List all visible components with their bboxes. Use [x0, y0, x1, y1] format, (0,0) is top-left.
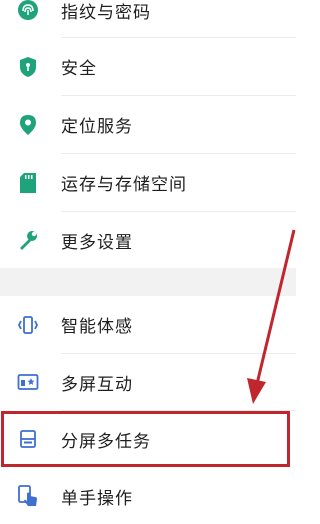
settings-item-smart-motion[interactable]: 智能体感 — [0, 296, 296, 353]
settings-item-more-settings[interactable]: 更多设置 — [0, 212, 296, 268]
settings-item-label: 定位服务 — [61, 117, 133, 137]
settings-item-label: 安全 — [61, 59, 97, 79]
settings-item-security[interactable]: 安全 — [0, 38, 296, 95]
one-hand-icon — [16, 484, 40, 508]
multi-screen-icon — [16, 370, 40, 394]
settings-item-label: 运存与存储空间 — [61, 175, 187, 195]
shield-icon — [16, 55, 40, 79]
sd-card-icon — [16, 171, 40, 195]
location-pin-icon — [16, 113, 40, 137]
section-gap — [0, 268, 296, 296]
settings-item-one-hand[interactable]: 单手操作 — [0, 468, 296, 524]
settings-item-multi-screen[interactable]: 多屏互动 — [0, 354, 296, 410]
fingerprint-icon — [16, 0, 40, 22]
settings-item-label: 指纹与密码 — [61, 2, 151, 23]
settings-item-label: 分屏多任务 — [61, 431, 151, 452]
settings-item-label: 智能体感 — [61, 317, 133, 337]
settings-item-label: 单手操作 — [61, 488, 133, 509]
settings-item-location[interactable]: 定位服务 — [0, 96, 296, 153]
settings-item-storage[interactable]: 运存与存储空间 — [0, 154, 296, 211]
settings-item-label: 多屏互动 — [61, 374, 133, 395]
settings-item-label: 更多设置 — [61, 232, 133, 253]
wrench-icon — [16, 228, 40, 252]
settings-item-split-screen[interactable]: 分屏多任务 — [0, 411, 296, 467]
split-screen-icon — [16, 427, 40, 451]
settings-item-fingerprint-password[interactable]: 指纹与密码 — [0, 0, 296, 32]
motion-sense-icon — [16, 313, 40, 337]
